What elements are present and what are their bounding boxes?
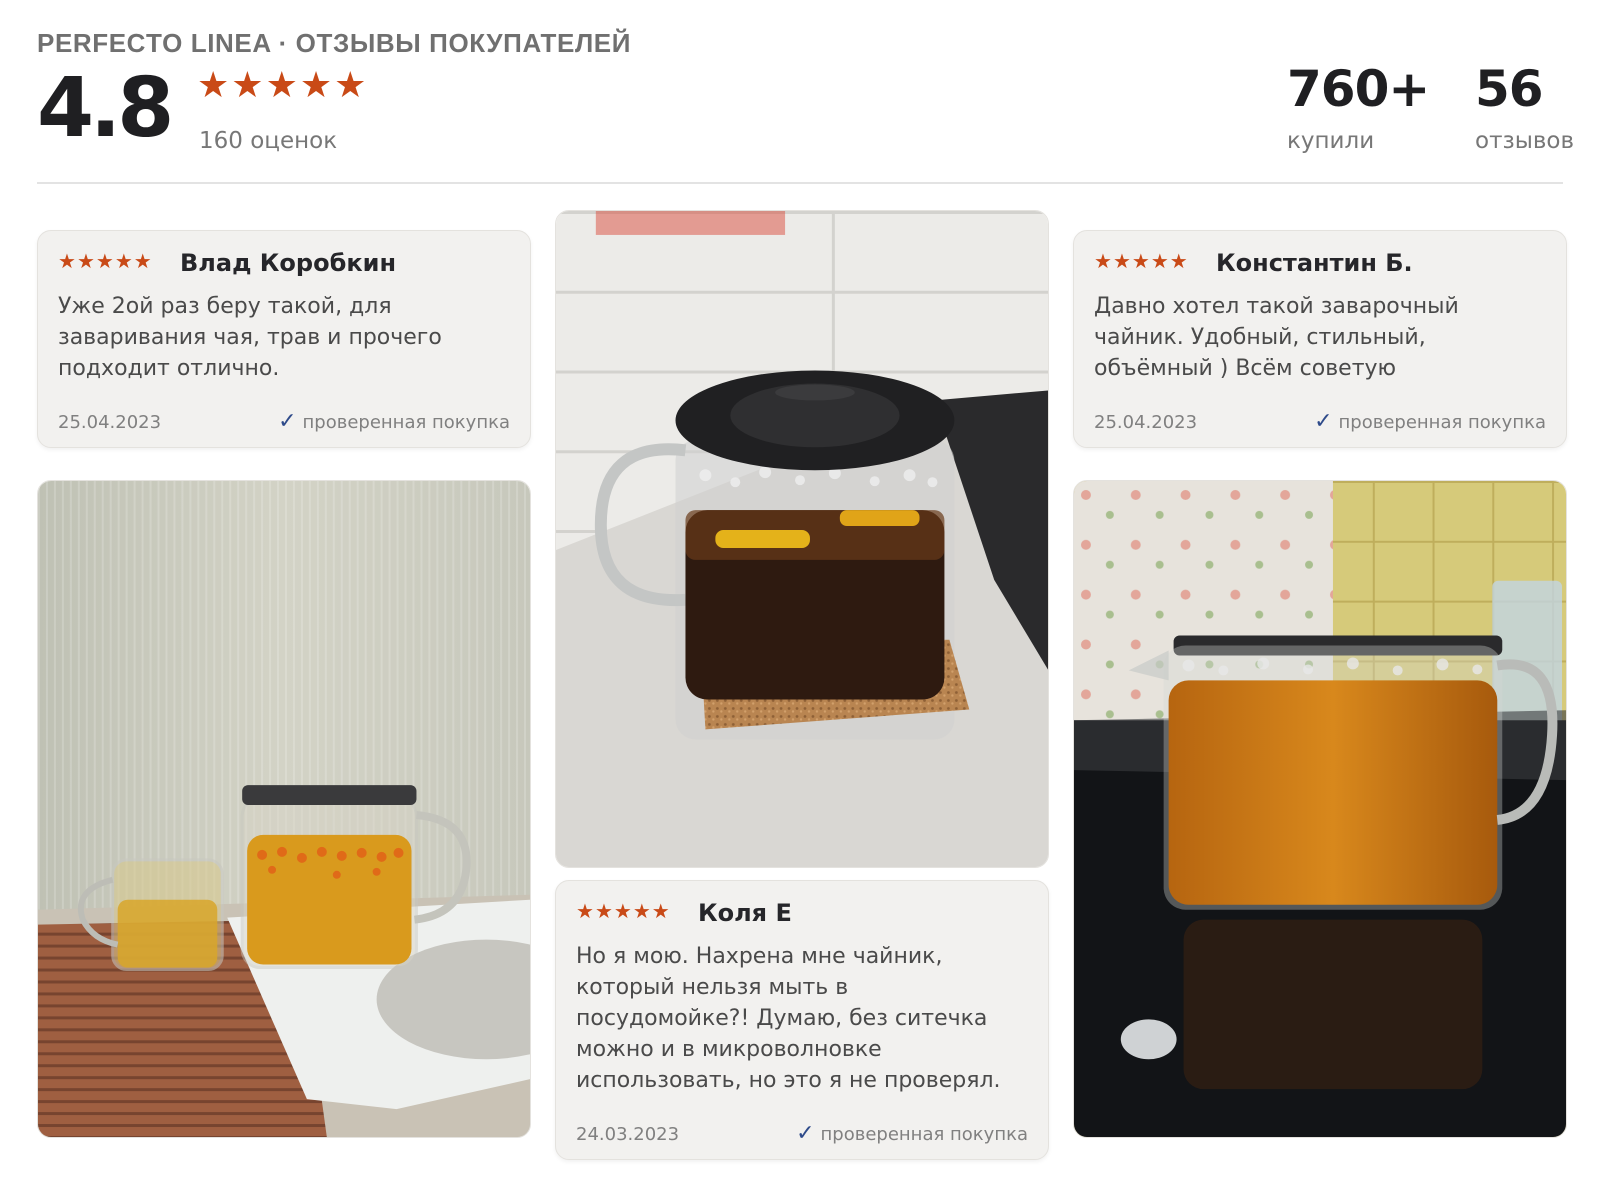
star-icon: ★: [95, 249, 114, 273]
star-icon: ★: [76, 249, 95, 273]
reviews-label: отзывов: [1475, 128, 1575, 154]
star-icon: ★: [632, 899, 651, 923]
brand-title: PERFECTO LINEA · ОТЗЫВЫ ПОКУПАТЕЛЕЙ: [37, 28, 632, 58]
star-icon: ★: [133, 249, 152, 273]
star-icon: ★: [334, 65, 367, 106]
star-icon: ★: [114, 249, 133, 273]
verified-badge: ✓ проверенная покупка: [278, 411, 510, 433]
review-text: Давно хотел такой заварочный чайник. Удо…: [1094, 294, 1459, 381]
star-icon: ★: [613, 899, 632, 923]
teapot-photo-image: [556, 211, 1048, 867]
verified-label: проверенная покупка: [820, 1123, 1028, 1145]
reviews-value: 56: [1475, 60, 1544, 118]
review-author: Коля Е: [698, 899, 792, 927]
ratings-count: 160 оценок: [199, 128, 338, 154]
review-card[interactable]: ★ ★ ★ ★ ★ Влад Коробкин Уже 2ой раз беру так…: [37, 230, 531, 448]
review-card[interactable]: ★ ★ ★ ★ ★ Константин Б. Давно хотел такой за…: [1073, 230, 1567, 448]
star-icon: ★: [1112, 249, 1131, 273]
bought-label: купили: [1287, 128, 1375, 154]
checkmark-icon: ✓: [278, 409, 297, 434]
star-icon: ★: [231, 65, 264, 106]
verified-label: проверенная покупка: [1338, 411, 1546, 433]
bought-value: 760+: [1287, 60, 1430, 118]
star-icon: ★: [1150, 249, 1169, 273]
star-icon: ★: [58, 249, 76, 273]
star-icon: ★: [576, 899, 594, 923]
checkmark-icon: ✓: [796, 1121, 815, 1146]
reviews-header: PERFECTO LINEA · ОТЗЫВЫ ПОКУПАТЕЛЕЙ 4.8 …: [37, 24, 1574, 184]
teapot-photo-image: [1074, 481, 1566, 1137]
review-text: Уже 2ой раз беру такой, для заваривания …: [58, 294, 442, 381]
review-card[interactable]: ★ ★ ★ ★ ★ Коля Е Но я мою. Нахрена мне чайни…: [555, 880, 1049, 1160]
star-icon: ★: [1169, 249, 1188, 273]
review-stars: ★ ★ ★ ★ ★: [58, 251, 152, 271]
teapot-photo-image: [38, 481, 530, 1137]
checkmark-icon: ✓: [1314, 409, 1333, 434]
review-stars: ★ ★ ★ ★ ★: [1094, 251, 1188, 271]
verified-label: проверенная покупка: [302, 411, 510, 433]
star-icon: ★: [1131, 249, 1150, 273]
review-author: Константин Б.: [1216, 249, 1413, 277]
star-icon: ★: [594, 899, 613, 923]
review-photo[interactable]: [555, 210, 1049, 868]
bought-stat: 760+ купили: [1287, 60, 1430, 154]
verified-badge: ✓ проверенная покупка: [1314, 411, 1546, 433]
average-rating: 4.8: [37, 61, 174, 156]
header-divider: [37, 182, 1563, 184]
review-stars: ★ ★ ★ ★ ★: [576, 901, 670, 921]
review-date: 25.04.2023: [1094, 412, 1198, 433]
star-icon: ★: [197, 65, 230, 106]
verified-badge: ✓ проверенная покупка: [796, 1123, 1028, 1145]
review-date: 24.03.2023: [576, 1124, 680, 1145]
star-icon: ★: [299, 65, 333, 106]
review-text: Но я мою. Нахрена мне чайник, который не…: [576, 944, 1001, 1093]
star-icon: ★: [1094, 249, 1112, 273]
star-icon: ★: [651, 899, 670, 923]
review-date: 25.04.2023: [58, 412, 162, 433]
review-photo[interactable]: [1073, 480, 1567, 1138]
star-icon: ★: [265, 65, 298, 106]
reviews-stat[interactable]: 56 отзывов: [1475, 64, 1574, 154]
review-author: Влад Коробкин: [180, 249, 397, 277]
review-photo[interactable]: [37, 480, 531, 1138]
rating-stars: ★ ★ ★ ★ ★: [197, 68, 366, 104]
